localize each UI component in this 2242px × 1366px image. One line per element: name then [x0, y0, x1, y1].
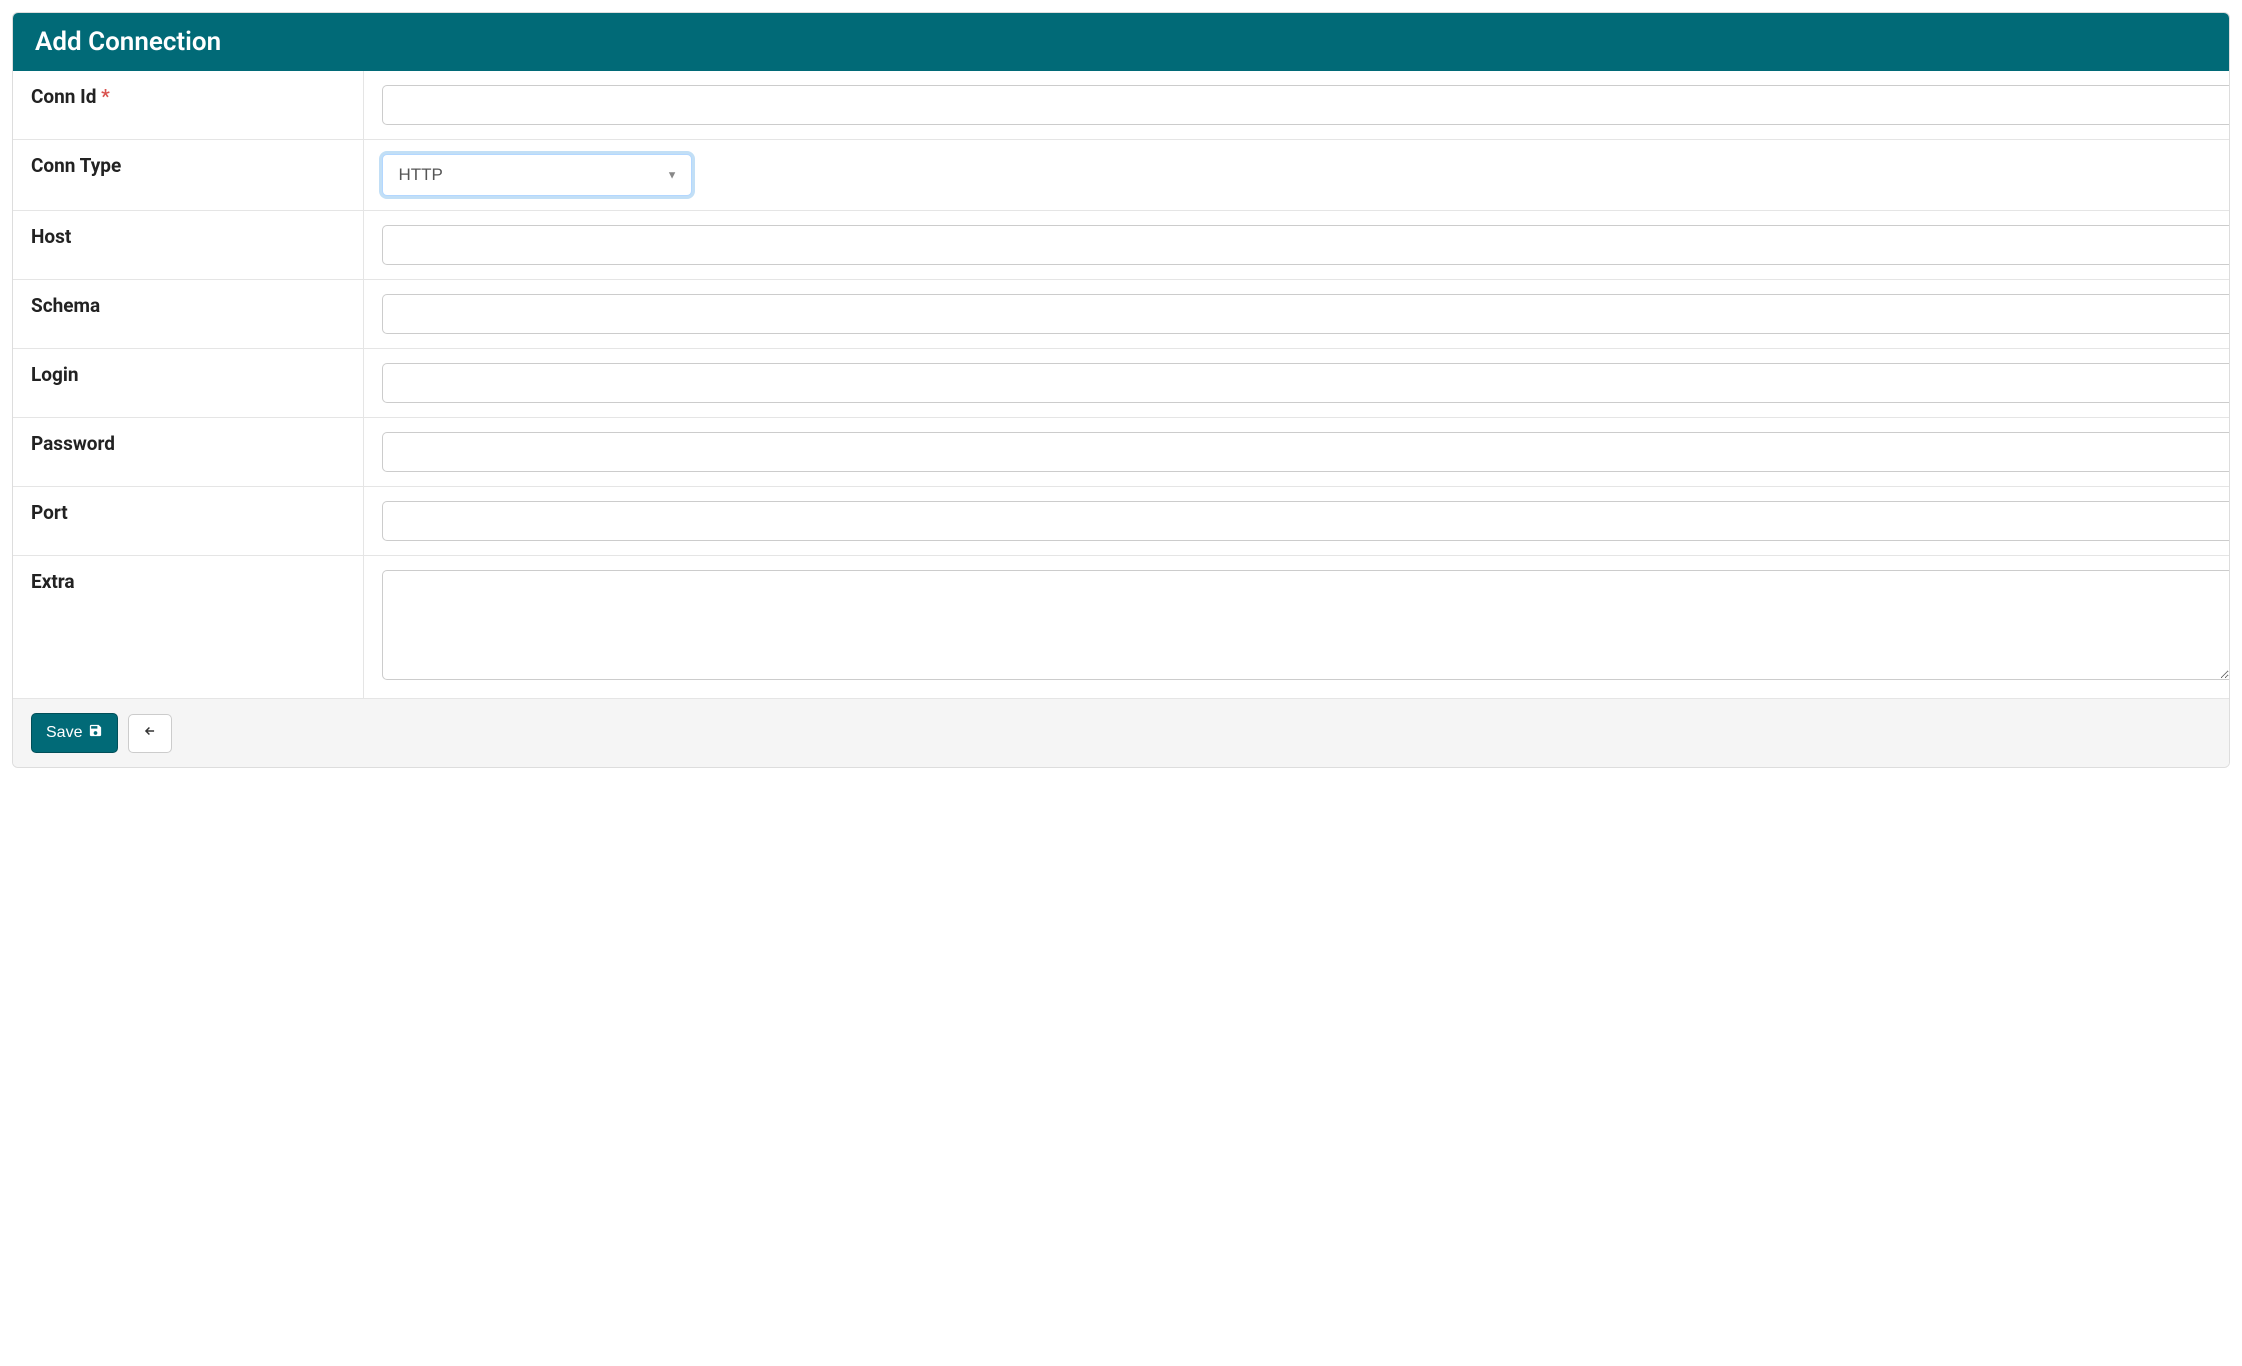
- label-extra: Extra: [13, 556, 363, 699]
- cell-host: [363, 211, 2229, 280]
- cell-password: [363, 418, 2229, 487]
- cell-conn-id: [363, 71, 2229, 140]
- add-connection-panel: Add Connection Conn Id * Conn Type HTTP …: [12, 12, 2230, 768]
- conn-type-select-wrapper: HTTP ▼: [382, 154, 692, 196]
- row-port: Port: [13, 487, 2229, 556]
- arrow-left-icon: [143, 724, 157, 743]
- label-host: Host: [13, 211, 363, 280]
- back-button[interactable]: [128, 714, 172, 753]
- password-input[interactable]: [382, 432, 2230, 472]
- row-schema: Schema: [13, 280, 2229, 349]
- cell-conn-type: HTTP ▼: [363, 140, 2229, 211]
- conn-type-select[interactable]: HTTP: [382, 154, 692, 196]
- row-host: Host: [13, 211, 2229, 280]
- row-password: Password: [13, 418, 2229, 487]
- host-input[interactable]: [382, 225, 2230, 265]
- cell-port: [363, 487, 2229, 556]
- label-port: Port: [13, 487, 363, 556]
- cell-login: [363, 349, 2229, 418]
- required-mark: *: [101, 85, 110, 108]
- panel-header: Add Connection: [13, 13, 2229, 71]
- row-conn-id: Conn Id *: [13, 71, 2229, 140]
- label-conn-id-text: Conn Id: [31, 85, 96, 108]
- cell-extra: [363, 556, 2229, 699]
- label-password: Password: [13, 418, 363, 487]
- cell-schema: [363, 280, 2229, 349]
- save-icon: [88, 723, 103, 743]
- label-conn-type: Conn Type: [13, 140, 363, 211]
- port-input[interactable]: [382, 501, 2230, 541]
- row-login: Login: [13, 349, 2229, 418]
- conn-id-input[interactable]: [382, 85, 2230, 125]
- save-button-label: Save: [46, 724, 82, 742]
- label-schema: Schema: [13, 280, 363, 349]
- panel-title: Add Connection: [35, 27, 221, 57]
- label-conn-id: Conn Id *: [13, 71, 363, 140]
- form-table: Conn Id * Conn Type HTTP ▼ Host: [13, 71, 2229, 698]
- panel-footer: Save: [13, 698, 2229, 767]
- label-login: Login: [13, 349, 363, 418]
- save-button[interactable]: Save: [31, 713, 118, 753]
- login-input[interactable]: [382, 363, 2230, 403]
- row-extra: Extra: [13, 556, 2229, 699]
- extra-textarea[interactable]: [382, 570, 2230, 680]
- schema-input[interactable]: [382, 294, 2230, 334]
- row-conn-type: Conn Type HTTP ▼: [13, 140, 2229, 211]
- conn-type-selected-text: HTTP: [399, 165, 443, 184]
